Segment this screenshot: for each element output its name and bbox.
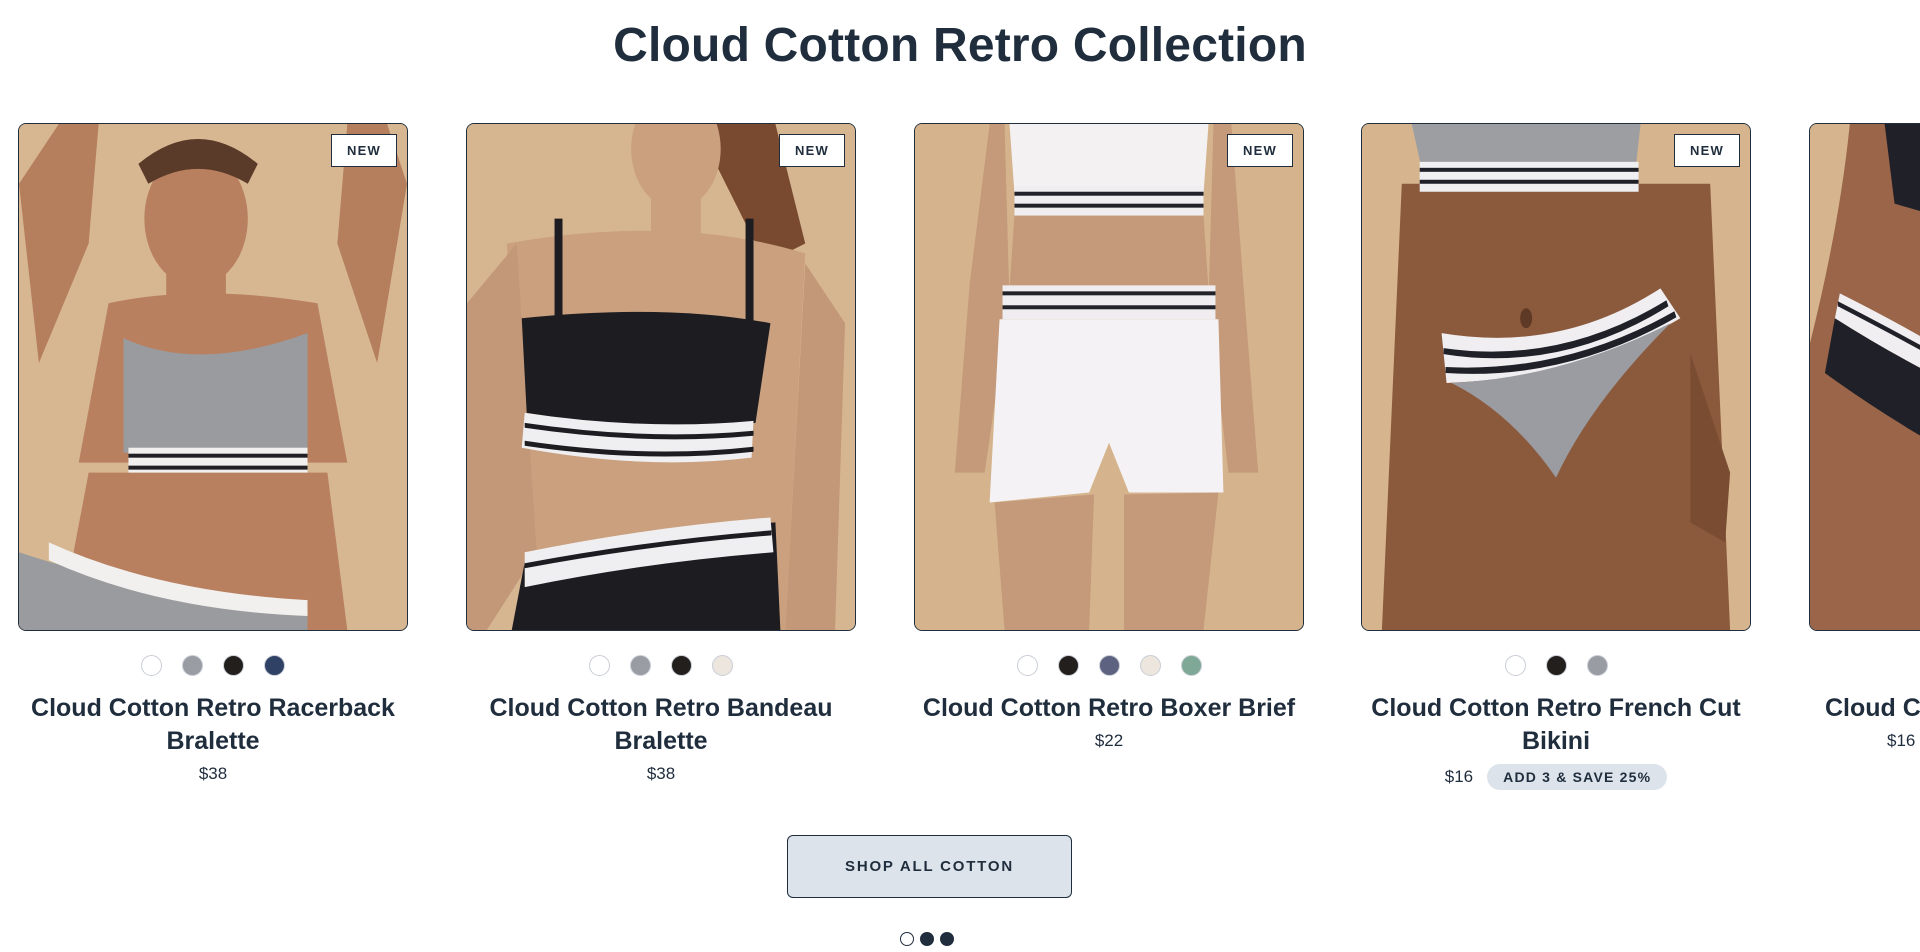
color-swatch[interactable] [182, 655, 203, 676]
color-swatch[interactable] [671, 655, 692, 676]
new-badge: NEW [1674, 134, 1740, 167]
color-swatches [18, 655, 408, 677]
product-price: $38 [198, 764, 228, 783]
product-price: $38 [646, 764, 676, 783]
product-price: $16 [1887, 731, 1916, 750]
promo-badge: ADD 3 & SAVE 25% [1487, 764, 1668, 790]
color-swatch[interactable] [1545, 655, 1567, 676]
product-image[interactable]: NEW [466, 123, 856, 631]
product-price: $22 [1094, 731, 1124, 750]
product-price: $16 [1444, 767, 1474, 786]
color-swatch[interactable] [264, 655, 285, 676]
product-name[interactable]: Cloud Cotton Retro Brief [1809, 692, 1920, 725]
product-name[interactable]: Cloud Cotton Retro Racerback Bralette [18, 692, 408, 758]
pagination-dot[interactable] [900, 932, 914, 946]
product-image[interactable]: NEW [18, 123, 408, 631]
color-swatches [914, 655, 1304, 677]
product-carousel-section: Cloud Cotton Retro Collection NEW Cloud … [0, 0, 1920, 952]
color-swatch[interactable] [141, 655, 162, 676]
color-swatch[interactable] [589, 655, 610, 676]
product-card[interactable]: NEW Cloud Cotton Retro Boxer Brief $22 [914, 123, 1304, 751]
new-badge: NEW [331, 134, 397, 167]
pagination-dot[interactable] [920, 932, 934, 946]
product-card[interactable]: NEW Cloud Cotton Retro Bandeau Bralette … [466, 123, 856, 784]
product-card[interactable]: Cloud Cotton Retro Brief $16 [1809, 123, 1920, 751]
color-swatch[interactable] [1057, 655, 1079, 676]
product-card[interactable]: NEW Cloud Cotton Retro French Cut Bikini… [1361, 123, 1751, 790]
new-badge: NEW [1227, 134, 1293, 167]
new-badge: NEW [779, 134, 845, 167]
color-swatch[interactable] [1504, 655, 1526, 676]
color-swatch[interactable] [1139, 655, 1161, 676]
shop-all-cotton-button[interactable]: SHOP ALL COTTON [787, 835, 1072, 898]
product-image[interactable] [1809, 123, 1920, 631]
color-swatch[interactable] [1098, 655, 1120, 676]
pagination-dot[interactable] [940, 932, 954, 946]
product-image[interactable]: NEW [914, 123, 1304, 631]
color-swatch[interactable] [1016, 655, 1038, 676]
color-swatch[interactable] [223, 655, 244, 676]
carousel-pagination [900, 932, 954, 946]
product-name[interactable]: Cloud Cotton Retro Bandeau Bralette [466, 692, 856, 758]
product-card[interactable]: NEW Cloud Cotton Retro Racerback Bralett… [18, 123, 408, 784]
section-title: Cloud Cotton Retro Collection [613, 19, 1307, 72]
color-swatch[interactable] [630, 655, 651, 676]
product-carousel[interactable]: NEW Cloud Cotton Retro Racerback Bralett… [0, 123, 1920, 803]
color-swatch[interactable] [1586, 655, 1608, 676]
color-swatches [1361, 655, 1751, 677]
product-name[interactable]: Cloud Cotton Retro Boxer Brief [914, 692, 1304, 725]
color-swatch[interactable] [712, 655, 733, 676]
color-swatches [466, 655, 856, 677]
color-swatch[interactable] [1180, 655, 1202, 676]
product-name[interactable]: Cloud Cotton Retro French Cut Bikini [1361, 692, 1751, 758]
product-image[interactable]: NEW [1361, 123, 1751, 631]
